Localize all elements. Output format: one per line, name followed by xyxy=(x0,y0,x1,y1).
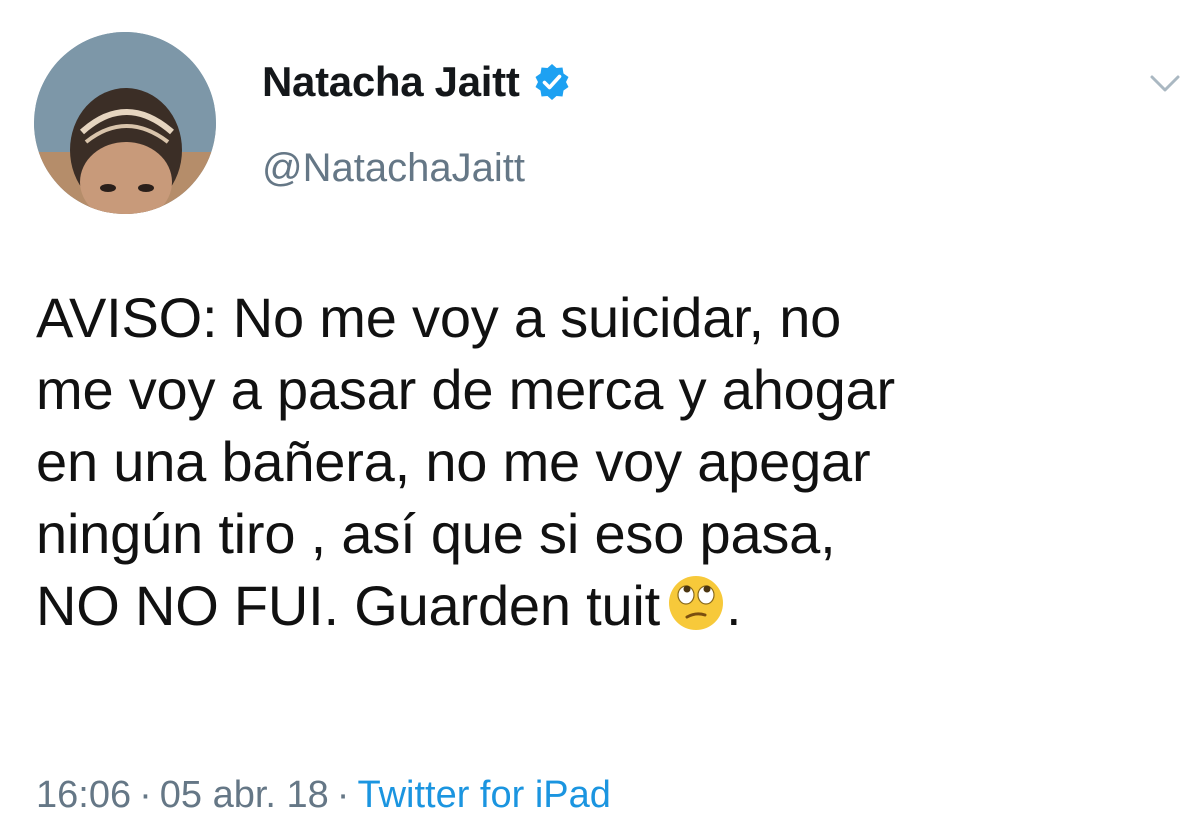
tweet-date[interactable]: 05 abr. 18 xyxy=(160,774,329,816)
avatar[interactable] xyxy=(34,32,216,214)
tweet-text-line: me voy a pasar de merca y ahogar xyxy=(36,358,895,421)
tweet-meta: 16:06 · 05 abr. 18 · Twitter for iPad xyxy=(36,774,611,817)
tweet-text-line: en una bañera, no me voy apegar xyxy=(36,430,871,493)
meta-separator: · xyxy=(139,774,152,816)
tweet-text: AVISO: No me voy a suicidar, no me voy a… xyxy=(36,282,1186,642)
tweet-text-line: AVISO: No me voy a suicidar, no xyxy=(36,286,842,349)
tweet-text-line-last: NO NO FUI. Guarden tuit . xyxy=(36,570,1186,642)
tweet-time[interactable]: 16:06 xyxy=(36,774,131,816)
tweet-text-line: ningún tiro , así que si eso pasa, xyxy=(36,502,836,565)
tweet-text-period: . xyxy=(726,574,742,637)
author-line: Natacha Jaitt xyxy=(262,58,572,106)
author-handle[interactable]: @NatachaJaitt xyxy=(262,146,525,191)
face-with-rolling-eyes-icon xyxy=(666,573,726,633)
chevron-down-icon[interactable] xyxy=(1148,72,1182,96)
tweet-text-line: NO NO FUI. Guarden tuit xyxy=(36,574,661,637)
tweet-card: Natacha Jaitt @NatachaJaitt AVISO: No me… xyxy=(0,0,1200,833)
tweet-source-link[interactable]: Twitter for iPad xyxy=(357,774,610,816)
avatar-photo xyxy=(34,32,216,214)
verified-badge-icon xyxy=(532,62,572,102)
display-name[interactable]: Natacha Jaitt xyxy=(262,58,520,106)
meta-separator: · xyxy=(336,774,350,816)
